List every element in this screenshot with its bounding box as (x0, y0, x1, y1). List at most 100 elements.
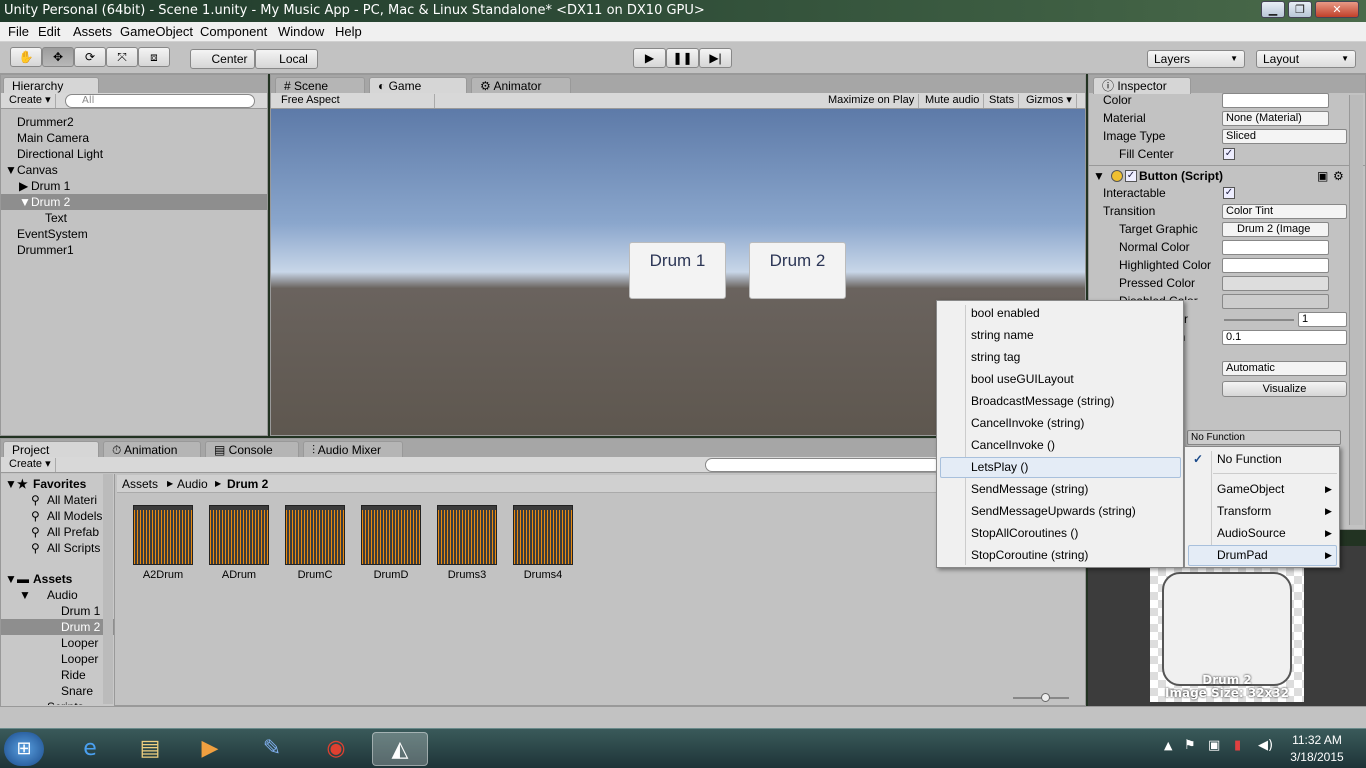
volume-icon[interactable]: ◀) (1258, 738, 1273, 753)
tab-console[interactable]: ▤ Console (205, 441, 299, 458)
multiplier-slider[interactable] (1224, 319, 1294, 321)
hierarchy-item-text[interactable]: Text (45, 210, 67, 226)
menu-item-transform[interactable]: Transform (1217, 501, 1271, 521)
hierarchy-foldout-icon[interactable]: ▼ (19, 194, 31, 210)
multiplier-field[interactable]: 1 (1298, 312, 1347, 327)
gizmos-dropdown[interactable]: Gizmos ▾ (1022, 94, 1077, 108)
clock-date[interactable]: 3/18/2015 (1282, 750, 1352, 764)
assets-foldout-icon[interactable]: ▼ (5, 571, 17, 587)
tab-project[interactable]: Project (3, 441, 99, 458)
create-button[interactable]: Create ▾ (5, 94, 56, 108)
hierarchy-item-drum1[interactable]: Drum 1 (31, 178, 70, 194)
audio-clip-icon[interactable] (209, 505, 269, 565)
close-button[interactable]: ✕ (1315, 1, 1359, 18)
tab-animator[interactable]: ⚙ Animator (471, 77, 571, 94)
favorite-item[interactable]: All Scripts (47, 540, 100, 556)
tab-scene[interactable]: # Scene (275, 77, 365, 94)
paint-icon[interactable]: ✎ (250, 732, 294, 766)
menu-item-no-function[interactable]: No Function (1217, 449, 1282, 469)
menu-gameobject[interactable]: GameObject (120, 24, 193, 39)
hierarchy-item-eventsystem[interactable]: EventSystem (17, 226, 88, 242)
image-type-dropdown[interactable]: Sliced (1222, 129, 1347, 144)
file-drums4[interactable]: Drums4 (505, 569, 581, 581)
folder-snare[interactable]: Snare (61, 683, 93, 699)
maximize-on-play-toggle[interactable]: Maximize on Play (824, 94, 920, 108)
highlighted-color-field[interactable] (1222, 258, 1329, 273)
hierarchy-foldout-icon[interactable]: ▼ (5, 162, 17, 178)
target-graphic-field[interactable]: Drum 2 (Image (1222, 222, 1329, 237)
menu-assets[interactable]: Assets (73, 24, 112, 39)
menu-item-broadcastmessage[interactable]: BroadcastMessage (string) (971, 391, 1114, 411)
slider-handle[interactable] (1041, 693, 1050, 702)
menu-component[interactable]: Component (200, 24, 267, 39)
device-icon[interactable]: ▣ (1208, 738, 1220, 753)
hand-tool-icon[interactable]: ✋ (10, 47, 42, 67)
stats-toggle[interactable]: Stats (985, 94, 1020, 108)
file-drumd[interactable]: DrumD (353, 569, 429, 581)
onclick-function-dropdown[interactable]: No Function (1187, 430, 1341, 445)
audio-clip-icon[interactable] (133, 505, 193, 565)
file-drumc[interactable]: DrumC (277, 569, 353, 581)
inspector-scrollbar[interactable] (1349, 95, 1363, 525)
folder-scripts[interactable]: Scripts (47, 699, 84, 705)
menu-item-bool-useguilayout[interactable]: bool useGUILayout (971, 369, 1074, 389)
favorite-item[interactable]: All Prefab (47, 524, 99, 540)
move-tool-icon[interactable]: ✥ (42, 47, 74, 67)
pressed-color-field[interactable] (1222, 276, 1329, 291)
tab-hierarchy[interactable]: Hierarchy (3, 77, 99, 94)
menu-item-gameobject[interactable]: GameObject (1217, 479, 1284, 499)
menu-item-bool-enabled[interactable]: bool enabled (971, 303, 1040, 323)
audio-clip-icon[interactable] (437, 505, 497, 565)
hierarchy-item-canvas[interactable]: Canvas (17, 162, 58, 178)
menu-item-string-name[interactable]: string name (971, 325, 1034, 345)
game-drum2-button[interactable]: Drum 2 (749, 242, 846, 299)
gear-icon[interactable]: ⚙ (1333, 168, 1344, 184)
step-icon[interactable]: ▶| (699, 48, 732, 68)
favorite-item[interactable]: All Materi (47, 492, 97, 508)
color-field[interactable] (1222, 93, 1329, 108)
unity-icon[interactable]: ◭ (372, 732, 428, 766)
media-player-icon[interactable]: ▶ (188, 732, 232, 766)
tray-chevron-up-icon[interactable]: ▲ (1164, 739, 1172, 752)
scale-tool-icon[interactable]: ⤧ (106, 47, 138, 67)
file-a2drum[interactable]: A2Drum (125, 569, 201, 581)
menu-item-letsplay[interactable]: LetsPlay () (971, 457, 1028, 477)
menu-item-cancelinvoke-string[interactable]: CancelInvoke (string) (971, 413, 1084, 433)
folder-looper[interactable]: Looper (61, 635, 98, 651)
breadcrumb-assets[interactable]: Assets (122, 476, 158, 492)
internet-explorer-icon[interactable]: e (68, 732, 112, 766)
tab-audio-mixer[interactable]: ⫶ Audio Mixer (303, 441, 403, 458)
hierarchy-item-drum2[interactable]: Drum 2 (31, 194, 70, 210)
menu-item-audiosource[interactable]: AudioSource (1217, 523, 1286, 543)
hierarchy-item-drummer1[interactable]: Drummer1 (17, 242, 74, 258)
fill-center-checkbox[interactable]: ✓ (1223, 148, 1235, 160)
menu-item-stopcoroutine[interactable]: StopCoroutine (string) (971, 545, 1088, 565)
menu-help[interactable]: Help (335, 24, 362, 39)
maximize-button[interactable]: ❐ (1288, 1, 1312, 18)
folder-audio[interactable]: Audio (47, 587, 78, 603)
flag-icon[interactable]: ⚑ (1184, 738, 1196, 753)
minimize-button[interactable]: ▁ (1261, 1, 1285, 18)
project-create-button[interactable]: Create ▾ (5, 458, 56, 472)
tab-game[interactable]: ◐ Game (369, 77, 467, 94)
hierarchy-item-directional-light[interactable]: Directional Light (17, 146, 103, 162)
menu-item-drumpad[interactable]: DrumPad (1217, 545, 1268, 565)
folder-looper[interactable]: Looper (61, 651, 98, 667)
fade-duration-field[interactable]: 0.1 (1222, 330, 1347, 345)
mute-audio-toggle[interactable]: Mute audio (921, 94, 985, 108)
chrome-icon[interactable]: ◉ (314, 732, 358, 766)
play-icon[interactable]: ▶ (633, 48, 666, 68)
normal-color-field[interactable] (1222, 240, 1329, 255)
help-icon[interactable]: ▣ (1317, 168, 1328, 184)
file-explorer-icon[interactable]: ▤ (128, 732, 172, 766)
game-drum1-button[interactable]: Drum 1 (629, 242, 726, 299)
menu-item-string-tag[interactable]: string tag (971, 347, 1020, 367)
hierarchy-search-input[interactable]: All (65, 94, 255, 108)
audio-clip-icon[interactable] (361, 505, 421, 565)
tab-animation[interactable]: ⏱ Animation (103, 441, 201, 458)
hierarchy-foldout-icon[interactable]: ▶ (19, 178, 28, 194)
disabled-color-field[interactable] (1222, 294, 1329, 309)
hierarchy-item-main-camera[interactable]: Main Camera (17, 130, 89, 146)
folder-foldout-icon[interactable]: ▼ (19, 587, 31, 603)
menu-item-sendmessage[interactable]: SendMessage (string) (971, 479, 1088, 499)
